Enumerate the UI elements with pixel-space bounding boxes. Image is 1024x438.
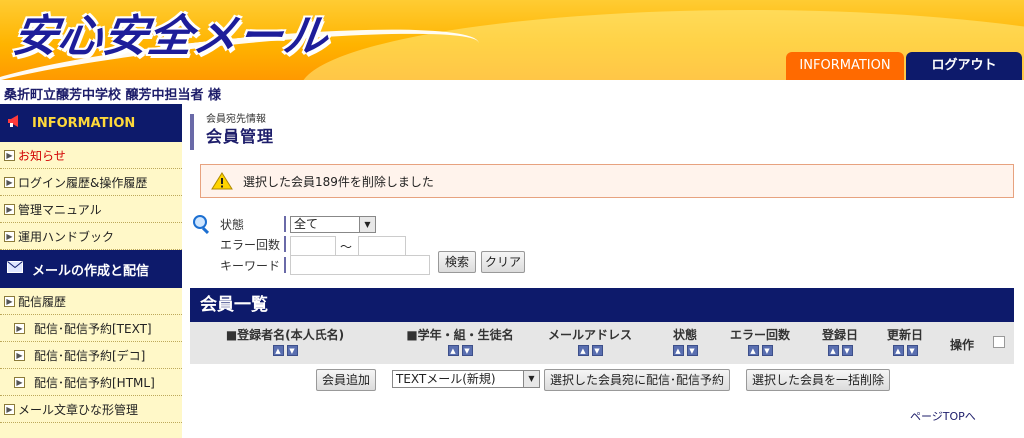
mail-type-select[interactable]: TEXTメール(新規) ▼: [392, 370, 540, 388]
sidebar-item-template[interactable]: ▶ メール文章ひな形管理: [0, 396, 182, 423]
sort-desc-icon[interactable]: ▼: [686, 345, 698, 356]
sidebar-section-information: INFORMATION: [0, 104, 182, 142]
arrow-box-icon: ▶: [14, 349, 25, 361]
page-top-link[interactable]: ページTOPへ: [910, 408, 976, 424]
app-logo: 安心安全メール: [9, 11, 332, 62]
sidebar: INFORMATION ▶ お知らせ ▶ ログイン履歴&操作履歴 ▶ 管理マニュアル …: [0, 104, 182, 438]
warning-icon: [211, 172, 233, 190]
search-button[interactable]: 検索: [438, 251, 476, 273]
sort-asc-icon[interactable]: ▲: [272, 345, 284, 356]
col-status: 状態 ▲ ▼: [672, 328, 698, 356]
col-operation: 操作: [949, 338, 974, 352]
sort-asc-icon[interactable]: ▲: [747, 345, 759, 356]
sort-desc-icon[interactable]: ▼: [286, 345, 298, 356]
arrow-box-icon: ▶: [4, 230, 15, 242]
sort-desc-icon[interactable]: ▼: [591, 345, 603, 356]
breadcrumb: 会員宛先情報: [206, 114, 266, 125]
sidebar-item-login-history[interactable]: ▶ ログイン履歴&操作履歴: [0, 169, 182, 196]
sort-desc-icon[interactable]: ▼: [841, 345, 853, 356]
page-title-block: 会員宛先情報 会員管理: [190, 114, 274, 150]
sort-asc-icon[interactable]: ▲: [447, 345, 459, 356]
arrow-box-icon: ▶: [4, 203, 15, 215]
sidebar-item-delivery-html[interactable]: ▶ 配信･配信予約[HTML]: [0, 369, 182, 396]
clear-button[interactable]: クリア: [481, 251, 525, 273]
alert-text: 選択した会員189件を削除しました: [243, 174, 434, 189]
sidebar-item-admin-manual[interactable]: ▶ 管理マニュアル: [0, 196, 182, 223]
envelope-icon: [4, 261, 26, 277]
status-select[interactable]: 全て ▼: [290, 216, 376, 233]
col-error-count: エラー回数 ▲ ▼: [729, 328, 790, 356]
sort-desc-icon[interactable]: ▼: [906, 345, 918, 356]
search-icon: [193, 215, 210, 234]
member-list-title: 会員一覧: [190, 288, 1014, 322]
user-name: 桑折町立醸芳中学校 醸芳中担当者 様: [4, 88, 222, 103]
send-selected-button[interactable]: 選択した会員宛に配信･配信予約: [544, 369, 730, 391]
page-title: 会員管理: [206, 127, 275, 146]
select-all-checkbox[interactable]: [993, 336, 1005, 348]
field-bar: [284, 257, 286, 273]
arrow-box-icon: ▶: [4, 295, 15, 307]
add-member-button[interactable]: 会員追加: [316, 369, 376, 391]
sidebar-section-label: INFORMATION: [32, 115, 136, 131]
col-registered-date: 登録日 ▲ ▼: [821, 328, 858, 356]
error-count-min-input[interactable]: [290, 236, 336, 256]
chevron-down-icon: ▼: [523, 371, 539, 387]
arrow-box-icon: ▶: [4, 149, 15, 161]
col-grade-class-student: ■学年・組・生徒名 ▲ ▼: [406, 328, 514, 356]
tab-information[interactable]: INFORMATION: [786, 52, 904, 80]
error-count-label: エラー回数: [220, 238, 281, 252]
sort-desc-icon[interactable]: ▼: [761, 345, 773, 356]
megaphone-icon: [4, 114, 26, 132]
sort-asc-icon[interactable]: ▲: [672, 345, 684, 356]
col-registrant-name: ■登録者名(本人氏名) ▲ ▼: [225, 328, 345, 356]
field-bar: [284, 236, 286, 252]
sidebar-item-delivery-history[interactable]: ▶ 配信履歴: [0, 288, 182, 315]
range-separator: ～: [340, 240, 353, 254]
alert-message: 選択した会員189件を削除しました: [200, 164, 1014, 198]
keyword-input[interactable]: [290, 255, 430, 275]
arrow-box-icon: ▶: [4, 403, 15, 415]
col-updated-date: 更新日 ▲ ▼: [886, 328, 923, 356]
app-header: 安心安全メール INFORMATION ログアウト: [0, 0, 1024, 80]
col-email: メールアドレス ▲ ▼: [547, 328, 632, 356]
sidebar-item-delivery-deco[interactable]: ▶ 配信･配信予約[デコ]: [0, 342, 182, 369]
sidebar-item-news[interactable]: ▶ お知らせ: [0, 142, 182, 169]
error-count-max-input[interactable]: [358, 236, 406, 256]
status-label: 状態: [220, 218, 245, 232]
member-table-header: ■登録者名(本人氏名) ▲ ▼ ■学年・組・生徒名 ▲ ▼ メールアドレス ▲ ▼ 状…: [190, 322, 1014, 364]
sort-asc-icon[interactable]: ▲: [827, 345, 839, 356]
arrow-box-icon: ▶: [4, 176, 15, 188]
sidebar-item-delivery-text[interactable]: ▶ 配信･配信予約[TEXT]: [0, 315, 182, 342]
logout-button[interactable]: ログアウト: [906, 52, 1022, 80]
keyword-label: キーワード: [220, 259, 281, 273]
sort-desc-icon[interactable]: ▼: [461, 345, 473, 356]
sort-asc-icon[interactable]: ▲: [577, 345, 589, 356]
arrow-box-icon: ▶: [14, 322, 25, 334]
bulk-delete-button[interactable]: 選択した会員を一括削除: [746, 369, 890, 391]
chevron-down-icon: ▼: [359, 217, 375, 232]
sidebar-item-handbook[interactable]: ▶ 運用ハンドブック: [0, 223, 182, 250]
arrow-box-icon: ▶: [14, 376, 25, 388]
sidebar-section-mail: メールの作成と配信: [0, 250, 182, 288]
sidebar-section-label: メールの作成と配信: [32, 263, 150, 279]
sort-asc-icon[interactable]: ▲: [892, 345, 904, 356]
field-bar: [284, 216, 286, 232]
